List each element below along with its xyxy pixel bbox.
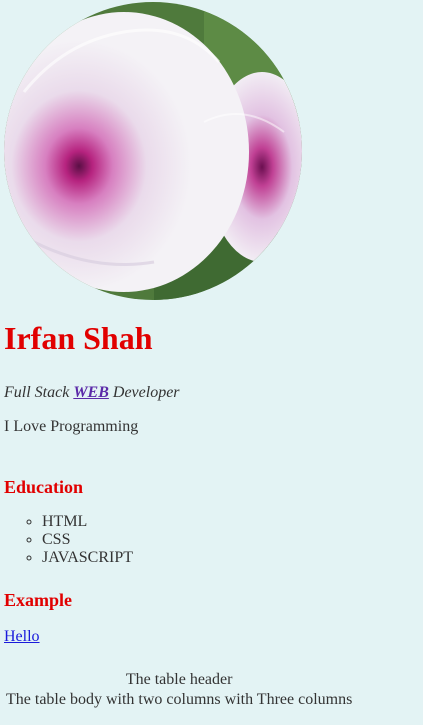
profile-role: Full Stack WEB Developer <box>4 384 180 402</box>
flower-photo <box>4 2 302 300</box>
education-item-css: CSS <box>42 531 133 549</box>
role-link[interactable]: WEB <box>73 384 109 401</box>
hello-link[interactable]: Hello <box>4 628 40 646</box>
example-heading: Example <box>4 590 73 610</box>
example-table: The table header The table body with two… <box>4 670 354 710</box>
role-suffix: Developer <box>112 384 180 401</box>
table-body-cell: The table body with two columns with Thr… <box>6 691 353 708</box>
education-item-javascript: JAVASCRIPT <box>42 549 133 567</box>
table-header: The table header <box>125 671 233 688</box>
education-list: HTML CSS JAVASCRIPT <box>0 513 133 567</box>
education-heading: Education <box>4 477 84 497</box>
profile-avatar <box>4 2 302 300</box>
education-item-html: HTML <box>42 513 133 531</box>
role-prefix: Full Stack <box>4 384 70 401</box>
table-row: The table body with two columns with Thr… <box>4 690 354 710</box>
profile-tagline: I Love Programming <box>4 418 139 435</box>
profile-name: Irfan Shah <box>4 320 153 356</box>
